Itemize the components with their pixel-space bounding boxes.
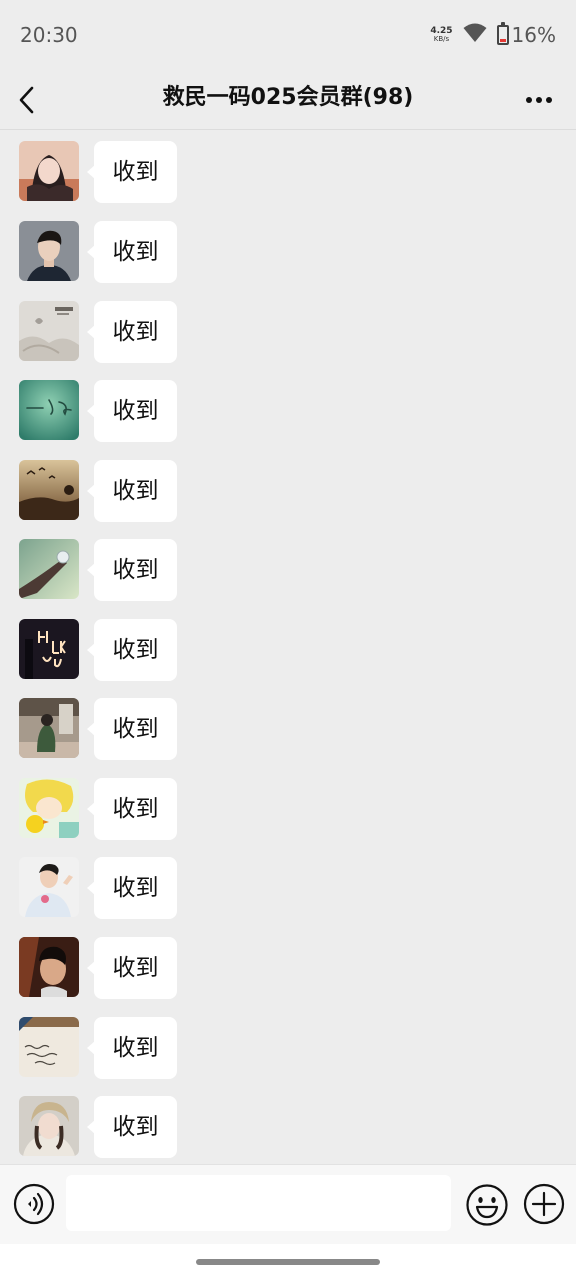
message-bubble[interactable]: 收到 bbox=[87, 221, 177, 283]
status-time: 20:30 bbox=[20, 23, 78, 47]
avatar[interactable] bbox=[19, 698, 79, 758]
emoji-button[interactable] bbox=[465, 1183, 509, 1227]
home-indicator[interactable] bbox=[196, 1259, 380, 1265]
message-bubble[interactable]: 收到 bbox=[87, 380, 177, 442]
avatar[interactable] bbox=[19, 1096, 79, 1156]
input-bar bbox=[0, 1164, 576, 1244]
message-bubble[interactable]: 收到 bbox=[87, 460, 177, 522]
message-bubble[interactable]: 收到 bbox=[87, 539, 177, 601]
avatar[interactable] bbox=[19, 1017, 79, 1077]
avatar[interactable] bbox=[19, 380, 79, 440]
avatar[interactable] bbox=[19, 778, 79, 838]
message-row: 收到 bbox=[0, 539, 576, 603]
avatar[interactable] bbox=[19, 619, 79, 679]
message-bubble[interactable]: 收到 bbox=[87, 1096, 177, 1158]
chevron-left-icon bbox=[19, 86, 34, 114]
message-row: 收到 bbox=[0, 937, 576, 1001]
message-bubble[interactable]: 收到 bbox=[87, 857, 177, 919]
message-row: 收到 bbox=[0, 301, 576, 365]
message-row: 收到 bbox=[0, 857, 576, 921]
message-bubble[interactable]: 收到 bbox=[87, 937, 177, 999]
message-row: 收到 bbox=[0, 778, 576, 842]
back-button[interactable] bbox=[12, 80, 42, 120]
network-speed: 4.25 KB/s bbox=[430, 27, 452, 43]
message-input[interactable] bbox=[66, 1175, 451, 1231]
message-row: 收到 bbox=[0, 221, 576, 285]
message-bubble[interactable]: 收到 bbox=[87, 1017, 177, 1079]
message-row: 收到 bbox=[0, 698, 576, 762]
message-bubble[interactable]: 收到 bbox=[87, 141, 177, 203]
voice-button[interactable] bbox=[13, 1183, 55, 1225]
message-bubble[interactable]: 收到 bbox=[87, 698, 177, 760]
more-dots-icon bbox=[526, 97, 552, 103]
more-button[interactable] bbox=[522, 82, 556, 118]
battery-icon bbox=[496, 22, 509, 45]
battery-percent: 16% bbox=[511, 23, 556, 47]
status-bar: 20:30 4.25 KB/s 16% bbox=[0, 0, 576, 70]
chat-header: 救民一码025会员群(98) bbox=[0, 70, 576, 130]
message-row: 收到 bbox=[0, 1096, 576, 1160]
emoji-icon bbox=[466, 1184, 508, 1226]
status-indicators: 4.25 KB/s 16% bbox=[430, 22, 556, 47]
plus-icon bbox=[523, 1183, 565, 1225]
wifi-icon bbox=[463, 23, 487, 47]
avatar[interactable] bbox=[19, 141, 79, 201]
message-bubble[interactable]: 收到 bbox=[87, 778, 177, 840]
avatar[interactable] bbox=[19, 539, 79, 599]
message-bubble[interactable]: 收到 bbox=[87, 301, 177, 363]
avatar[interactable] bbox=[19, 857, 79, 917]
message-row: 收到 bbox=[0, 619, 576, 683]
plus-button[interactable] bbox=[523, 1183, 565, 1225]
message-row: 收到 bbox=[0, 141, 576, 205]
avatar[interactable] bbox=[19, 301, 79, 361]
gesture-bar bbox=[0, 1244, 576, 1280]
avatar[interactable] bbox=[19, 221, 79, 281]
message-row: 收到 bbox=[0, 460, 576, 524]
avatar[interactable] bbox=[19, 460, 79, 520]
avatar[interactable] bbox=[19, 937, 79, 997]
message-row: 收到 bbox=[0, 1017, 576, 1081]
network-speed-unit: KB/s bbox=[433, 35, 450, 43]
message-bubble[interactable]: 收到 bbox=[87, 619, 177, 681]
voice-icon bbox=[13, 1183, 55, 1225]
message-row: 收到 bbox=[0, 380, 576, 444]
chat-title: 救民一码025会员群(98) bbox=[162, 85, 414, 110]
